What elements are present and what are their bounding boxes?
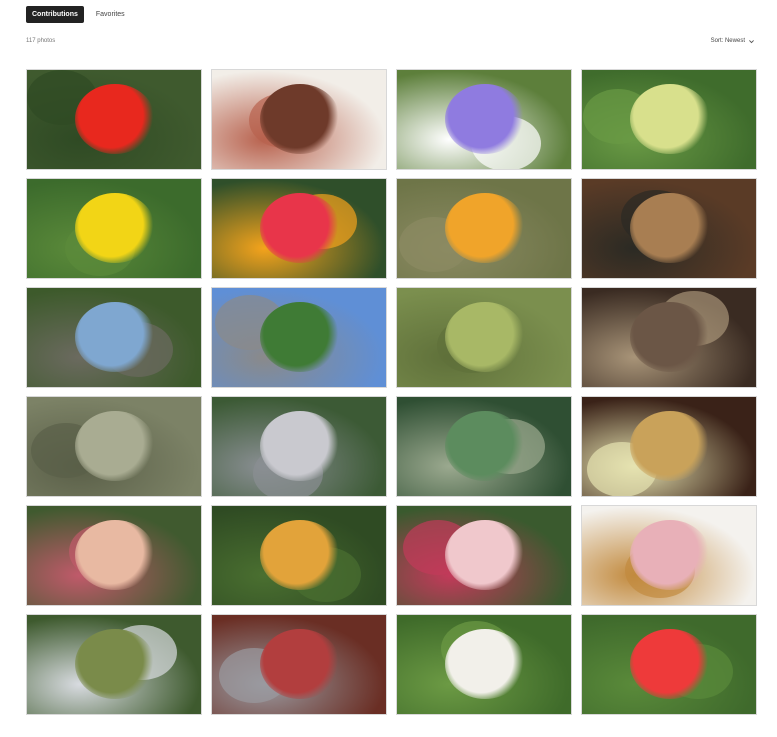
wooden-pergola-photo[interactable]: [581, 178, 757, 279]
photo-subject: [445, 411, 525, 481]
green-bananas-photo[interactable]: [396, 287, 572, 388]
photo-subject: [445, 629, 525, 699]
sort-dropdown[interactable]: Sort: Newest: [711, 38, 755, 45]
tab-favorites[interactable]: Favorites: [90, 6, 131, 23]
photo-subject: [75, 520, 155, 590]
tab-contributions[interactable]: Contributions: [26, 6, 84, 23]
photo-subject: [75, 84, 155, 154]
dry-orange-flower-photo[interactable]: [396, 178, 572, 279]
photo-grid: [26, 69, 757, 715]
photo-subject: [260, 193, 340, 263]
red-geranium-photo[interactable]: [26, 69, 202, 170]
papaya-tree-photo[interactable]: [26, 614, 202, 715]
tab-bar: Contributions Favorites: [26, 6, 131, 23]
dandelion-seedhead-photo[interactable]: [396, 614, 572, 715]
gazebo-park-photo[interactable]: [211, 287, 387, 388]
grid-header: 117 photos Sort: Newest: [26, 35, 755, 47]
photo-count: 117 photos: [26, 38, 56, 44]
green-fruit-leaves-photo[interactable]: [581, 69, 757, 170]
photo-subject: [260, 302, 340, 372]
photo-subject: [75, 193, 155, 263]
red-autumn-leaves-photo[interactable]: [211, 614, 387, 715]
pink-hibiscus-photo[interactable]: [396, 505, 572, 606]
photo-subject: [75, 302, 155, 372]
photo-subject: [445, 84, 525, 154]
agave-plant-photo[interactable]: [396, 396, 572, 497]
red-geranium-garden-photo[interactable]: [581, 614, 757, 715]
photo-subject: [75, 411, 155, 481]
photo-subject: [630, 302, 710, 372]
sort-label: Sort: Newest: [710, 38, 745, 44]
purple-morning-glory-photo[interactable]: [396, 69, 572, 170]
photo-subject: [445, 520, 525, 590]
photo-subject: [630, 520, 710, 590]
lantana-flowers-photo[interactable]: [211, 178, 387, 279]
wooden-bench-photo[interactable]: [581, 287, 757, 388]
fig-fruit-photo[interactable]: [26, 505, 202, 606]
yellow-blossom-tree-photo[interactable]: [211, 505, 387, 606]
photo-subject: [630, 411, 710, 481]
photo-subject: [445, 193, 525, 263]
photo-subject: [630, 629, 710, 699]
photo-subject: [445, 302, 525, 372]
chocolate-cake-photo[interactable]: [581, 396, 757, 497]
photo-subject: [75, 629, 155, 699]
yellow-daisy-photo[interactable]: [26, 178, 202, 279]
photo-subject: [630, 193, 710, 263]
photo-subject: [630, 84, 710, 154]
photo-subject: [260, 411, 340, 481]
chevron-down-icon: [749, 39, 754, 43]
photo-subject: [260, 84, 340, 154]
silver-rubber-leaves-photo[interactable]: [211, 396, 387, 497]
overgrown-courtyard-photo[interactable]: [26, 287, 202, 388]
ornamental-grass-photo[interactable]: [26, 396, 202, 497]
steak-plate-photo[interactable]: [211, 69, 387, 170]
photo-subject: [260, 520, 340, 590]
photo-subject: [260, 629, 340, 699]
snoopy-cake-photo[interactable]: [581, 505, 757, 606]
